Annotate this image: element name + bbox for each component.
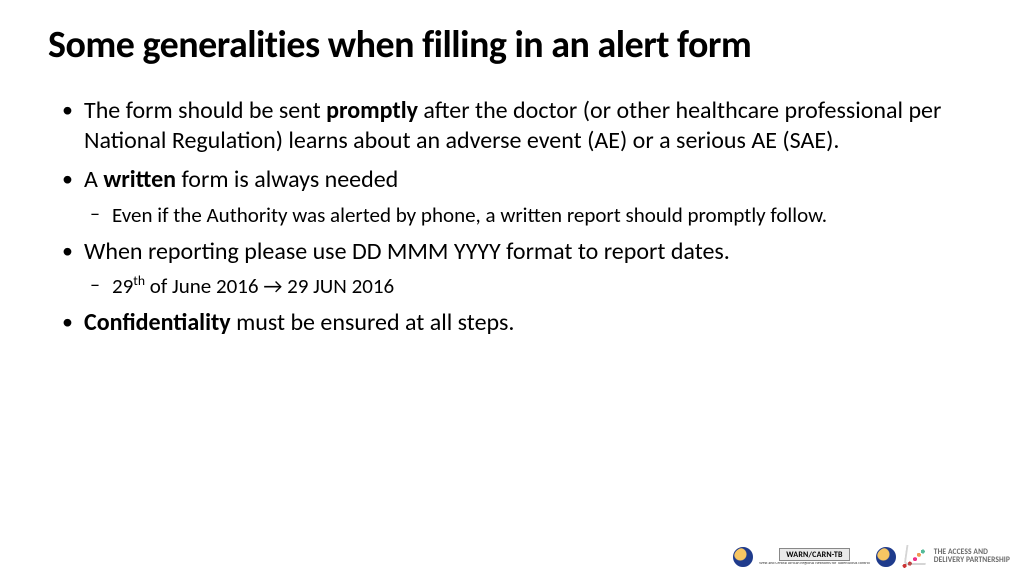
text-superscript: th [133,272,145,289]
slide-content: The form should be sent promptly after t… [48,96,976,339]
text: 29 JUN 2016 [282,273,394,299]
text-bold: promptly [326,96,418,125]
text: must be ensured at all steps. [231,308,515,337]
text: 29 [112,273,133,299]
adp-logo-text: THE ACCESS AND DELIVERY PARTNERSHIP [934,549,1010,565]
org-seal-icon [733,547,753,567]
text: A [84,165,103,194]
arrow-icon: → [263,273,282,299]
bullet-list: The form should be sent promptly after t… [56,96,976,339]
footer-logos: WARN/CARN-TB West and Central African Re… [733,546,1010,568]
text: Even if the Authority was alerted by pho… [112,202,827,228]
text: When reporting please use DD MMM YYYY fo… [84,237,730,266]
sub-bullet-item: 29th of June 2016 → 29 JUN 2016 [84,273,976,300]
adp-line2: DELIVERY PARTNERSHIP [934,557,1010,565]
sub-bullet-list: Even if the Authority was alerted by pho… [84,202,976,229]
text-bold: written [103,165,176,194]
sub-bullet-list: 29th of June 2016 → 29 JUN 2016 [84,273,976,300]
bullet-item-2: A written form is always needed Even if … [56,165,976,229]
partnership-spark-icon [902,546,928,568]
slide: Some generalities when filling in an ale… [0,0,1024,355]
text: The form should be sent [84,96,326,125]
bullet-item-4: Confidentiality must be ensured at all s… [56,308,976,339]
bullet-item-1: The form should be sent promptly after t… [56,96,976,157]
warn-carn-title: WARN/CARN-TB [779,548,850,561]
warn-carn-logo: WARN/CARN-TB West and Central African Re… [759,548,870,566]
sub-bullet-item: Even if the Authority was alerted by pho… [84,202,976,229]
org-seal-icon [876,547,896,567]
warn-carn-subtitle: West and Central African Regional Networ… [759,562,870,566]
slide-title: Some generalities when filling in an ale… [48,24,976,68]
text-bold: Confidentiality [84,308,231,337]
text: of June 2016 [145,273,263,299]
text: form is always needed [176,165,398,194]
bullet-item-3: When reporting please use DD MMM YYYY fo… [56,237,976,301]
